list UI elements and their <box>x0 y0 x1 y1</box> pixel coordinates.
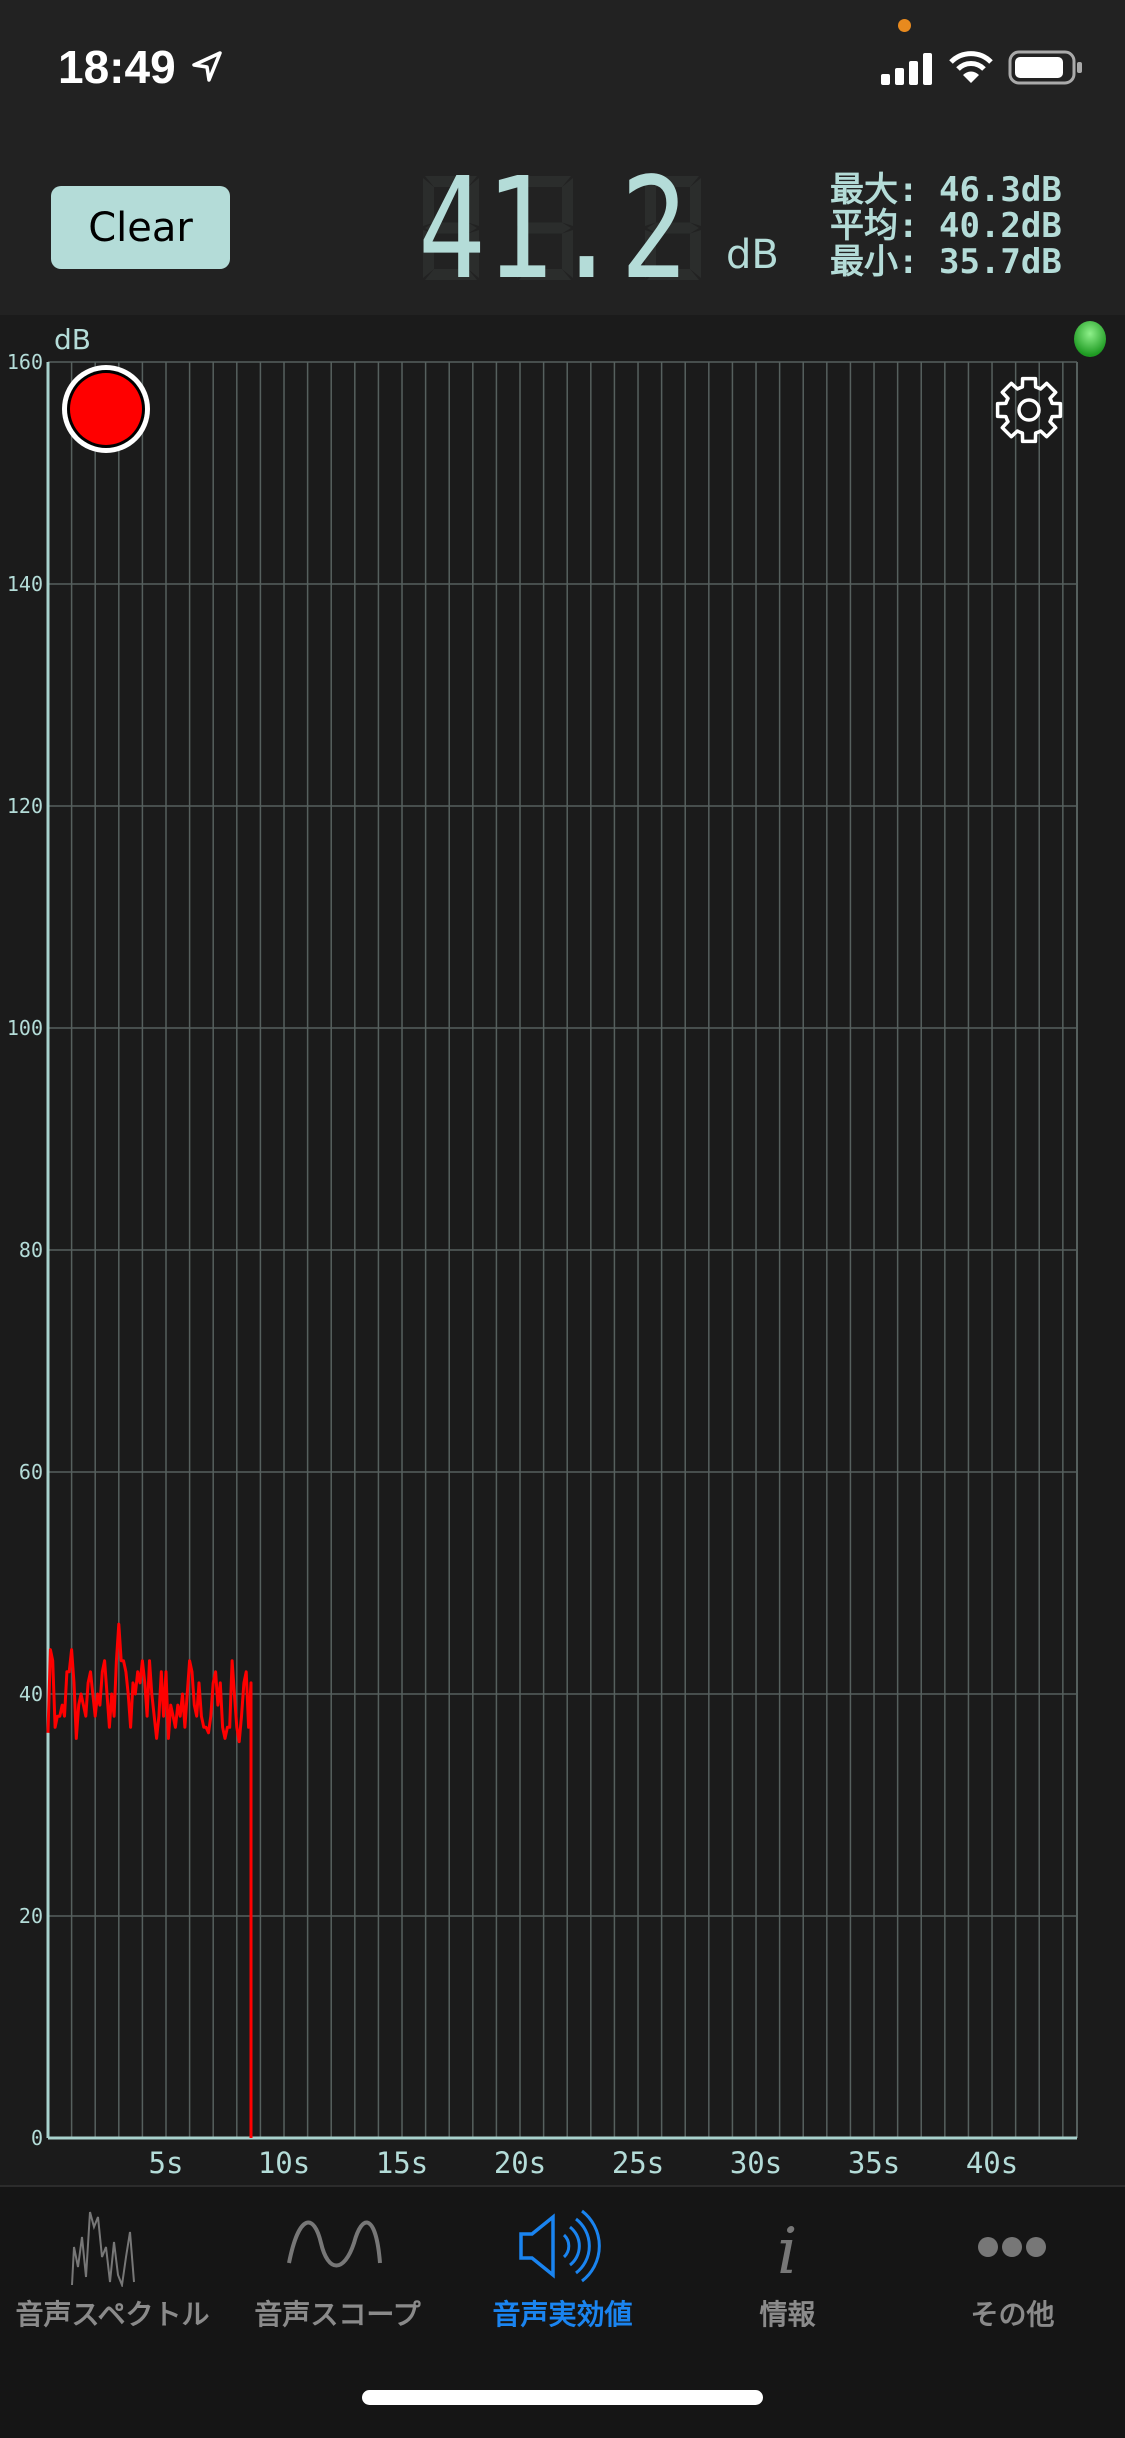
location-arrow-icon <box>192 51 222 82</box>
grid <box>46 361 1078 2140</box>
info-icon: i <box>777 2215 797 2287</box>
tab-label: その他 <box>970 2298 1055 2331</box>
tab-label: 音声スコープ <box>254 2298 421 2331</box>
x-tick-label: 10s <box>258 2146 310 2180</box>
stat-average: 平均: 40.2dB <box>830 208 1062 244</box>
tab-spectrum[interactable]: 音声スペクトル <box>0 2187 225 2347</box>
spectrum-icon <box>71 2211 135 2287</box>
privacy-dot-icon <box>898 19 911 32</box>
tab-label: 音声スペクトル <box>15 2298 210 2331</box>
y-axis-label: dB <box>54 323 91 356</box>
x-tick-label: 35s <box>848 2146 900 2180</box>
level-history-chart: dB 0 20 40 60 80 100 120 140 160 5s 10s 15s 20s 25s 30… <box>7 321 1106 2180</box>
speaker-icon <box>519 2209 601 2283</box>
x-tick-label: 30s <box>730 2146 782 2180</box>
y-tick-label: 0 <box>31 2126 43 2150</box>
battery-icon <box>1008 50 1082 85</box>
tick-labels: 0 20 40 60 80 100 120 140 160 5s 10s 15s 20s 25s 30s 35… <box>7 350 1018 2180</box>
tab-label: 情報 <box>759 2298 816 2331</box>
signal-indicator-icon <box>1074 321 1106 357</box>
tab-rms[interactable]: 音声実効値 <box>450 2187 675 2347</box>
y-tick-label: 160 <box>7 350 43 374</box>
y-tick-label: 120 <box>7 794 43 818</box>
y-tick-label: 140 <box>7 572 43 596</box>
lcd-segment <box>690 230 701 278</box>
current-level-value: 41.2 <box>418 148 688 311</box>
more-icon <box>978 2237 1046 2257</box>
tab-more[interactable]: その他 <box>900 2187 1125 2347</box>
wifi-icon <box>949 51 993 83</box>
chart-area: dB 0 20 40 60 80 100 120 140 160 5s 10s 15s 20s 25s 30… <box>0 315 1125 2185</box>
y-tick-label: 100 <box>7 1016 43 1040</box>
y-tick-label: 40 <box>19 1682 43 1706</box>
x-tick-label: 25s <box>612 2146 664 2180</box>
stat-label: 平均: <box>830 206 919 246</box>
stat-label: 最小: <box>830 242 919 282</box>
tab-scope[interactable]: 音声スコープ <box>225 2187 450 2347</box>
settings-gear-icon[interactable] <box>995 376 1063 444</box>
y-tick-label: 60 <box>19 1460 43 1484</box>
x-tick-label: 20s <box>494 2146 546 2180</box>
clear-button[interactable]: Clear <box>51 186 230 269</box>
sine-wave-icon <box>287 2220 382 2268</box>
x-tick-label: 5s <box>149 2146 184 2180</box>
stat-value: 46.3dB <box>938 170 1062 210</box>
stat-label: 最大: <box>830 170 919 210</box>
svg-text:i: i <box>777 2215 797 2287</box>
record-button[interactable] <box>62 365 150 453</box>
y-tick-label: 80 <box>19 1238 43 1262</box>
stat-min: 最小: 35.7dB <box>830 244 1062 280</box>
current-level-unit: dB <box>726 232 779 278</box>
tab-info[interactable]: i 情報 <box>675 2187 900 2347</box>
stat-value: 35.7dB <box>938 242 1062 282</box>
status-time: 18:49 <box>58 41 176 93</box>
home-indicator[interactable] <box>362 2390 763 2405</box>
cellular-signal-icon <box>881 53 932 85</box>
series-line <box>46 1622 253 2138</box>
y-tick-label: 20 <box>19 1904 43 1928</box>
stat-value: 40.2dB <box>938 206 1062 246</box>
tab-label: 音声実効値 <box>492 2298 633 2331</box>
x-tick-label: 15s <box>376 2146 428 2180</box>
x-tick-label: 40s <box>966 2146 1018 2180</box>
stat-max: 最大: 46.3dB <box>830 172 1062 208</box>
lcd-segment <box>690 178 701 226</box>
